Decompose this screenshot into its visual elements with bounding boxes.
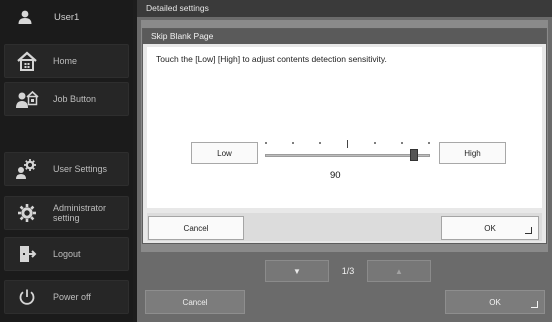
page-up-button[interactable]: ▲ bbox=[367, 260, 431, 282]
sidebar-item-label: User Settings bbox=[53, 164, 108, 174]
user-name: User1 bbox=[54, 11, 80, 23]
slider-tick bbox=[265, 142, 267, 144]
sidebar-item-user-settings[interactable]: User Settings bbox=[4, 152, 129, 186]
user-indicator[interactable]: User1 bbox=[0, 0, 133, 34]
sidebar-item-power-off[interactable]: Power off bbox=[4, 280, 129, 314]
sidebar-item-label: Job Button bbox=[53, 94, 97, 104]
cancel-label: Cancel bbox=[183, 223, 209, 233]
sidebar: User1 Home Job Button User Settings Admi… bbox=[0, 0, 133, 322]
ok-label: OK bbox=[484, 223, 496, 233]
sidebar-item-logout[interactable]: Logout bbox=[4, 237, 129, 271]
sidebar-item-job-button[interactable]: Job Button bbox=[4, 82, 129, 116]
enter-corner-icon bbox=[525, 227, 532, 234]
slider-tick bbox=[428, 142, 430, 144]
slider-tick bbox=[319, 142, 321, 144]
dialog-footer: Cancel OK bbox=[147, 213, 542, 241]
pager: ▼ 1/3 ▲ bbox=[265, 260, 431, 282]
dialog-message: Touch the [Low] [High] to adjust content… bbox=[156, 54, 387, 64]
sensitivity-slider-track[interactable] bbox=[265, 154, 430, 157]
home-icon bbox=[15, 49, 39, 73]
dialog-title: Skip Blank Page bbox=[143, 29, 546, 44]
ok-label: OK bbox=[489, 297, 501, 307]
slider-center-tick bbox=[347, 140, 348, 148]
screen-title: Detailed settings bbox=[137, 0, 552, 17]
dialog-body: Touch the [Low] [High] to adjust content… bbox=[147, 47, 542, 208]
screen-ok-button[interactable]: OK bbox=[445, 290, 545, 314]
skip-blank-page-dialog: Skip Blank Page Touch the [Low] [High] t… bbox=[142, 28, 547, 244]
cancel-label: Cancel bbox=[182, 297, 208, 307]
logout-icon bbox=[15, 242, 39, 266]
enter-corner-icon bbox=[531, 301, 538, 308]
sidebar-item-label: Administrator setting bbox=[53, 203, 107, 223]
chevron-up-icon: ▲ bbox=[395, 266, 403, 276]
sidebar-item-label: Logout bbox=[53, 249, 81, 259]
slider-tick bbox=[401, 142, 403, 144]
slider-tick bbox=[374, 142, 376, 144]
page-down-button[interactable]: ▼ bbox=[265, 260, 329, 282]
high-button[interactable]: High bbox=[439, 142, 506, 164]
power-icon bbox=[15, 285, 39, 309]
sidebar-item-administrator-setting[interactable]: Administrator setting bbox=[4, 196, 129, 230]
dialog-ok-button[interactable]: OK bbox=[441, 216, 539, 240]
low-label: Low bbox=[217, 148, 232, 158]
slider-value: 90 bbox=[330, 170, 341, 181]
slider-tick bbox=[292, 142, 294, 144]
sidebar-item-home[interactable]: Home bbox=[4, 44, 129, 78]
admin-gear-icon bbox=[15, 201, 39, 225]
user-settings-icon bbox=[15, 157, 39, 181]
high-label: High bbox=[464, 148, 481, 158]
user-icon bbox=[16, 8, 34, 26]
low-button[interactable]: Low bbox=[191, 142, 258, 164]
sidebar-item-label: Power off bbox=[53, 292, 91, 302]
sidebar-item-label: Home bbox=[53, 56, 78, 66]
job-button-icon bbox=[15, 87, 39, 111]
sensitivity-slider-thumb[interactable] bbox=[410, 149, 418, 161]
dialog-cancel-button[interactable]: Cancel bbox=[148, 216, 244, 240]
chevron-down-icon: ▼ bbox=[293, 266, 301, 276]
screen-cancel-button[interactable]: Cancel bbox=[145, 290, 245, 314]
page-indicator: 1/3 bbox=[341, 266, 355, 276]
